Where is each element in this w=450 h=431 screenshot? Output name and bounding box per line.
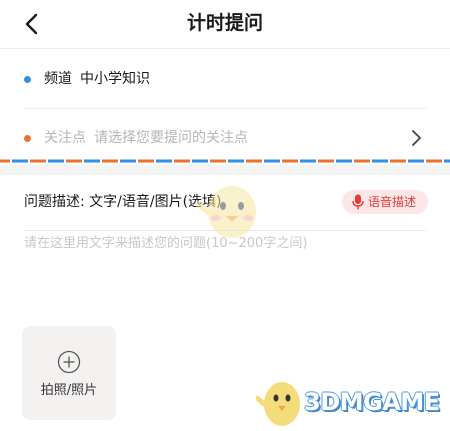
channel-label: 频道 <box>44 71 72 87</box>
voice-description-button[interactable]: 语音描述 <box>342 190 428 214</box>
take-photo-button[interactable]: 拍照/照片 <box>22 326 116 420</box>
top-bar: 计时提问 <box>0 0 450 49</box>
channel-dot-icon <box>24 76 31 83</box>
plus-circle-icon <box>57 350 81 374</box>
dashed-divider <box>0 157 450 165</box>
watermark-logo: 3DMGAME <box>256 368 450 431</box>
page-title: 计时提问 <box>186 12 263 34</box>
watermark-text: 3DMGAME <box>304 388 440 416</box>
voice-description-label: 语音描述 <box>368 195 417 209</box>
description-label: 问题描述: 文字/语音/图片(选填) <box>24 194 222 210</box>
question-description-input[interactable] <box>24 234 426 308</box>
section-gap <box>0 165 450 175</box>
take-photo-label: 拍照/照片 <box>40 383 98 398</box>
focus-dot-icon <box>24 135 31 142</box>
back-arrow-icon <box>25 13 38 35</box>
chevron-right-icon <box>406 128 426 148</box>
channel-value: 中小学知识 <box>80 71 150 87</box>
focus-point-label: 关注点 <box>44 130 86 146</box>
focus-point-placeholder: 请选择您要提问的关注点 <box>94 130 248 146</box>
description-divider <box>24 230 426 231</box>
microphone-icon <box>352 194 364 210</box>
channel-row: 频道 中小学知识 <box>24 50 426 109</box>
back-button[interactable] <box>18 10 46 38</box>
